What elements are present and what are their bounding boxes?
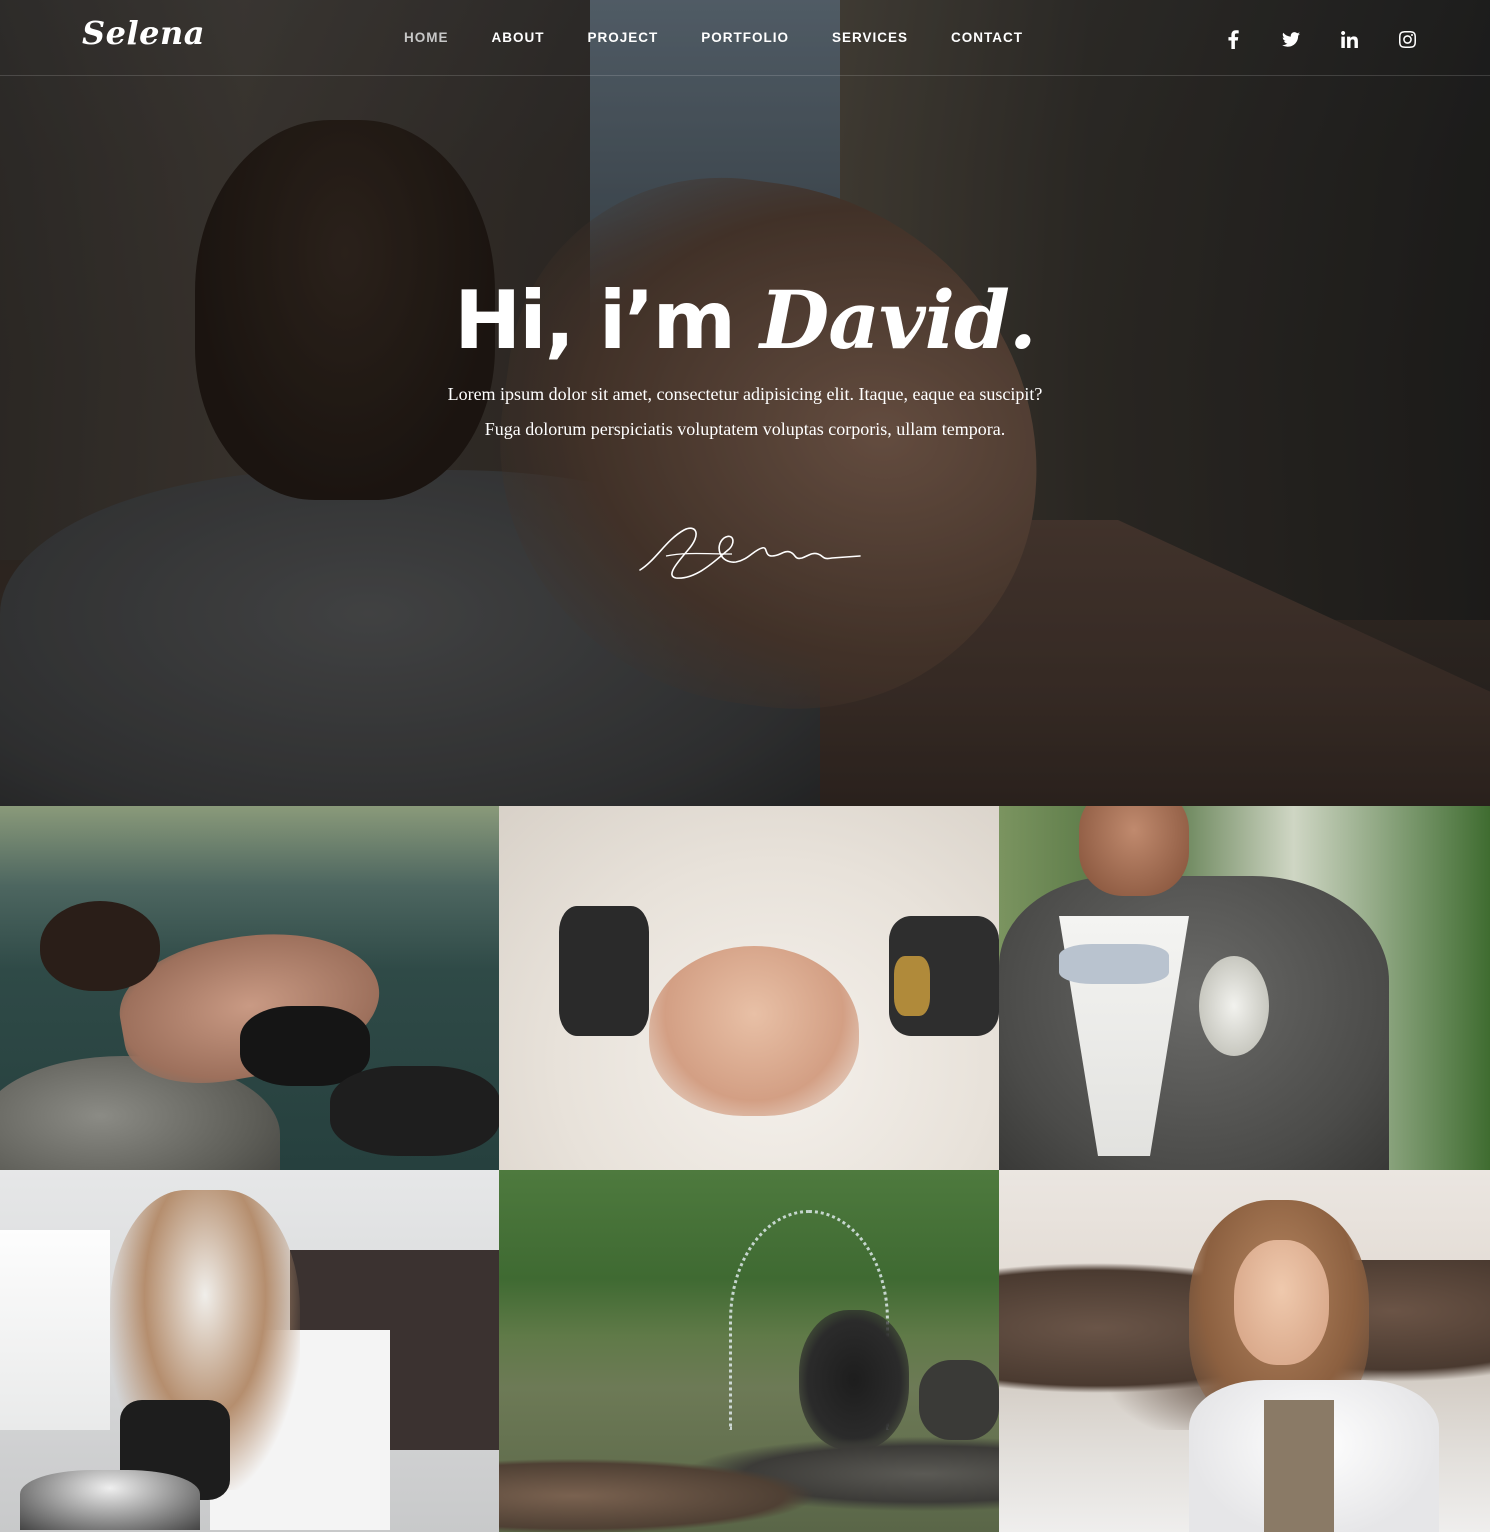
- gallery-item-wedding-hands[interactable]: [499, 806, 999, 1170]
- gallery-item-groom[interactable]: [999, 806, 1490, 1170]
- photo-suit-sleeve-left: [559, 906, 649, 1036]
- nav-menu: HOME ABOUT PROJECT PORTFOLIO SERVICES CO…: [404, 30, 1066, 45]
- hero-name: David.: [759, 273, 1037, 367]
- portfolio-gallery: [0, 806, 1490, 1532]
- instagram-icon[interactable]: [1396, 28, 1418, 50]
- signature-image: [639, 527, 861, 579]
- twitter-icon[interactable]: [1280, 28, 1302, 50]
- gallery-item-water-splash[interactable]: [499, 1170, 999, 1532]
- nav-item-home[interactable]: HOME: [404, 30, 449, 45]
- hero-description: Lorem ipsum dolor sit amet, consectetur …: [447, 384, 1043, 439]
- linkedin-icon[interactable]: [1338, 28, 1360, 50]
- navbar: Selena HOME ABOUT PROJECT PORTFOLIO SERV…: [0, 0, 1490, 76]
- gallery-item-beach-girl[interactable]: [999, 1170, 1490, 1532]
- photo-rock: [919, 1360, 999, 1440]
- photo-beard-face: [1079, 806, 1189, 896]
- nav-item-about[interactable]: ABOUT: [492, 30, 545, 45]
- nav-item-portfolio[interactable]: PORTFOLIO: [701, 30, 789, 45]
- facebook-icon[interactable]: [1222, 28, 1244, 50]
- nav-item-services[interactable]: SERVICES: [832, 30, 908, 45]
- photo-inner-shirt: [1264, 1400, 1334, 1532]
- photo-model-hair: [40, 901, 160, 991]
- photo-model: [799, 1310, 909, 1450]
- photo-window: [0, 1230, 110, 1430]
- hero-greeting: Hi, i’m: [454, 274, 760, 367]
- photo-model-legs: [330, 1066, 499, 1156]
- photo-heart-hands: [649, 946, 859, 1116]
- photo-model-face: [1234, 1240, 1329, 1365]
- logo[interactable]: Selena: [82, 14, 205, 52]
- hero-title: Hi, i’m David.: [0, 270, 1490, 371]
- nav-item-contact[interactable]: CONTACT: [951, 30, 1023, 45]
- photo-watch: [894, 956, 930, 1016]
- photo-rocks: [499, 1430, 999, 1532]
- gallery-item-woman-by-water[interactable]: [0, 806, 499, 1170]
- photo-suit: [999, 876, 1389, 1170]
- hero-content: Hi, i’m David. Lorem ipsum dolor sit ame…: [0, 270, 1490, 447]
- hero-section: Selena HOME ABOUT PROJECT PORTFOLIO SERV…: [0, 0, 1490, 806]
- nav-item-project[interactable]: PROJECT: [588, 30, 659, 45]
- gallery-item-kitchen-girl[interactable]: [0, 1170, 499, 1532]
- photo-bow-tie: [1059, 944, 1169, 984]
- photo-model-top: [240, 1006, 370, 1086]
- social-links: [1222, 28, 1418, 50]
- photo-boutonniere: [1199, 956, 1269, 1056]
- photo-stools: [20, 1470, 200, 1530]
